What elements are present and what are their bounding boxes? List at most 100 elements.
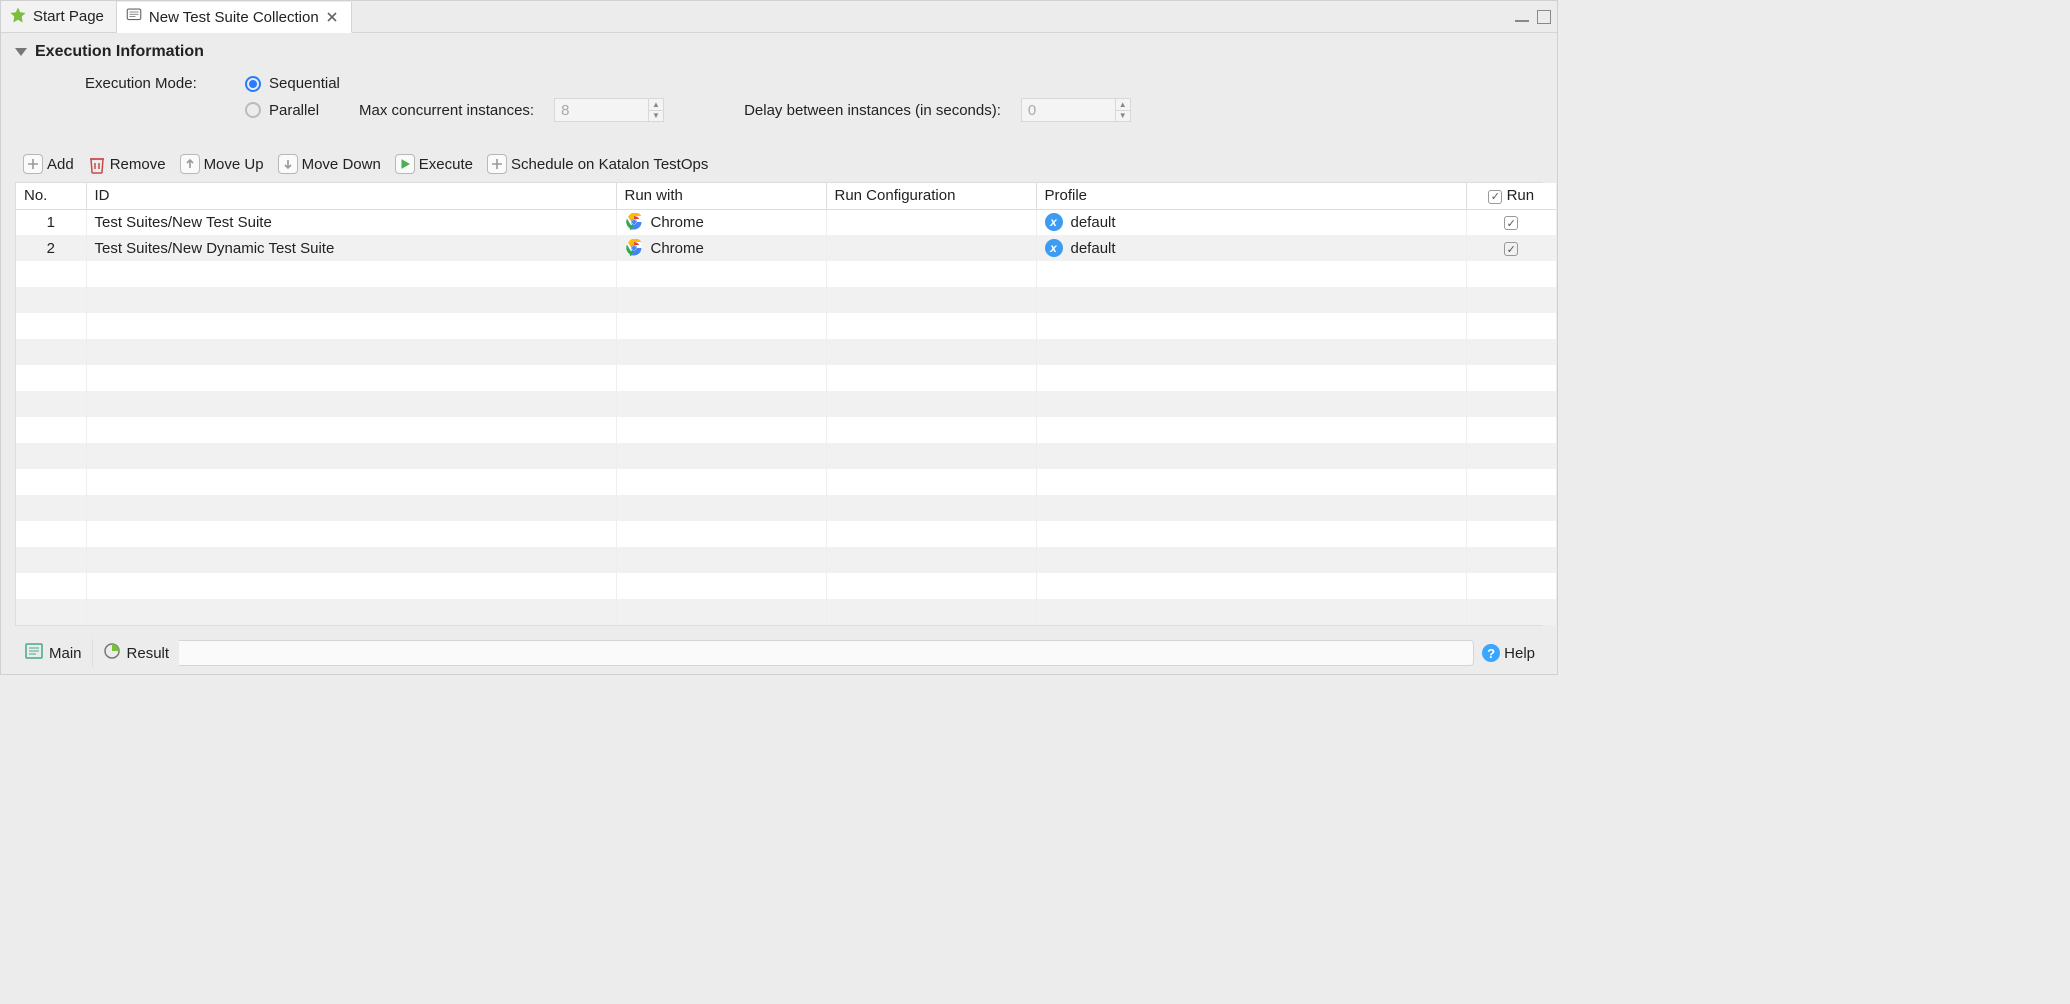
add-label: Add (47, 156, 74, 173)
tab-label: Start Page (33, 8, 104, 25)
tab-main-label: Main (49, 645, 82, 662)
move-down-label: Move Down (302, 156, 381, 173)
help-label: Help (1504, 645, 1535, 662)
close-icon[interactable] (325, 10, 339, 24)
spinner-down-icon[interactable]: ▼ (1116, 111, 1130, 122)
cell-id[interactable]: Test Suites/New Test Suite (86, 209, 616, 235)
cell-runwith[interactable]: Chrome (616, 235, 826, 261)
document-icon (125, 6, 143, 28)
exec-mode-label: Execution Mode: (85, 75, 225, 92)
move-down-button[interactable]: Move Down (278, 154, 381, 174)
execute-button[interactable]: Execute (395, 154, 473, 174)
cell-runconf[interactable] (826, 235, 1036, 261)
schedule-button[interactable]: Schedule on Katalon TestOps (487, 154, 708, 174)
col-header-id[interactable]: ID (86, 183, 616, 209)
play-icon (395, 154, 415, 174)
table-row (16, 469, 1556, 495)
cell-id[interactable]: Test Suites/New Dynamic Test Suite (86, 235, 616, 261)
toolbar: Add Remove Move Up Move Down Execute (1, 144, 1557, 182)
minimize-icon[interactable] (1515, 18, 1529, 22)
col-header-run-label: Run (1507, 187, 1535, 204)
profile-label: default (1071, 214, 1116, 231)
table-row (16, 443, 1556, 469)
bottom-spacer (179, 640, 1474, 666)
plus-icon (487, 154, 507, 174)
cell-profile[interactable]: x default (1036, 209, 1466, 235)
max-concurrent-field[interactable] (555, 99, 648, 121)
chevron-down-icon (15, 48, 27, 56)
remove-label: Remove (110, 156, 166, 173)
tab-start-page[interactable]: Start Page (1, 1, 117, 32)
tab-bar: Start Page New Test Suite Collection (1, 1, 1557, 33)
cell-run[interactable]: ✓ (1466, 235, 1556, 261)
col-header-no[interactable]: No. (16, 183, 86, 209)
table-row (16, 313, 1556, 339)
col-header-runwith[interactable]: Run with (616, 183, 826, 209)
bottom-tab-bar: Main Result ? Help (15, 638, 1543, 668)
col-header-run[interactable]: ✓ Run (1466, 183, 1556, 209)
list-icon (25, 643, 43, 663)
table-row (16, 339, 1556, 365)
profile-icon: x (1045, 213, 1063, 231)
chrome-icon (625, 213, 643, 231)
tab-main[interactable]: Main (15, 639, 93, 667)
profile-icon: x (1045, 239, 1063, 257)
delay-input[interactable]: ▲▼ (1021, 98, 1131, 122)
table-row (16, 365, 1556, 391)
checkbox-icon[interactable]: ✓ (1504, 242, 1518, 256)
table-row (16, 417, 1556, 443)
plus-icon (23, 154, 43, 174)
remove-button[interactable]: Remove (88, 154, 166, 174)
table-row (16, 547, 1556, 573)
tab-result-label: Result (127, 645, 170, 662)
radio-sequential[interactable] (245, 76, 261, 92)
cell-no: 2 (16, 235, 86, 261)
cell-profile[interactable]: x default (1036, 235, 1466, 261)
cell-runconf[interactable] (826, 209, 1036, 235)
cell-no: 1 (16, 209, 86, 235)
maximize-icon[interactable] (1537, 10, 1551, 24)
table-row[interactable]: 2 Test Suites/New Dynamic Test Suite Chr… (16, 235, 1556, 261)
checkbox-icon[interactable]: ✓ (1488, 190, 1502, 204)
cell-run[interactable]: ✓ (1466, 209, 1556, 235)
col-header-runconf[interactable]: Run Configuration (826, 183, 1036, 209)
help-icon: ? (1482, 644, 1500, 662)
col-header-profile[interactable]: Profile (1036, 183, 1466, 209)
radio-parallel-label: Parallel (269, 102, 339, 119)
test-suite-table: No. ID Run with Run Configuration Profil… (15, 182, 1543, 626)
pie-icon (103, 642, 121, 664)
table-row (16, 495, 1556, 521)
move-up-button[interactable]: Move Up (180, 154, 264, 174)
runwith-label: Chrome (651, 240, 704, 257)
move-up-label: Move Up (204, 156, 264, 173)
tab-result[interactable]: Result (93, 638, 180, 668)
spinner-up-icon[interactable]: ▲ (1116, 99, 1130, 111)
spinner-up-icon[interactable]: ▲ (649, 99, 663, 111)
help-button[interactable]: ? Help (1474, 644, 1543, 662)
table-row[interactable]: 1 Test Suites/New Test Suite Chrome x de… (16, 209, 1556, 235)
max-concurrent-input[interactable]: ▲▼ (554, 98, 664, 122)
arrow-up-icon (180, 154, 200, 174)
execute-label: Execute (419, 156, 473, 173)
add-button[interactable]: Add (23, 154, 74, 174)
tab-test-suite-collection[interactable]: New Test Suite Collection (117, 2, 352, 33)
profile-label: default (1071, 240, 1116, 257)
radio-parallel[interactable] (245, 102, 261, 118)
runwith-label: Chrome (651, 214, 704, 231)
cell-runwith[interactable]: Chrome (616, 209, 826, 235)
table-row (16, 521, 1556, 547)
table-row (16, 261, 1556, 287)
section-header[interactable]: Execution Information (15, 43, 1543, 61)
max-concurrent-label: Max concurrent instances: (359, 102, 534, 119)
arrow-down-icon (278, 154, 298, 174)
tab-label: New Test Suite Collection (149, 9, 319, 26)
radio-sequential-label: Sequential (269, 75, 340, 92)
execution-info-section: Execution Information Execution Mode: Se… (1, 33, 1557, 144)
star-icon (9, 6, 27, 28)
table-row (16, 573, 1556, 599)
checkbox-icon[interactable]: ✓ (1504, 216, 1518, 230)
table-row (16, 599, 1556, 625)
trash-icon (88, 154, 106, 174)
delay-field[interactable] (1022, 99, 1115, 121)
spinner-down-icon[interactable]: ▼ (649, 111, 663, 122)
